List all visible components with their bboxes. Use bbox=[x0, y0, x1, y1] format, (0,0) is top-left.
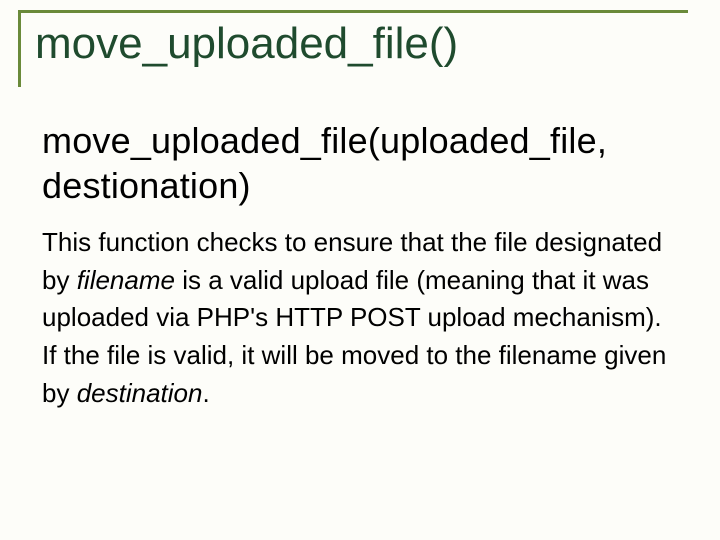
function-signature: move_uploaded_file(uploaded_file, destio… bbox=[42, 118, 682, 208]
slide-title: move_uploaded_file() bbox=[35, 19, 688, 69]
param-destination: destination bbox=[77, 378, 203, 408]
param-filename: filename bbox=[77, 265, 175, 295]
title-container: move_uploaded_file() bbox=[18, 10, 688, 87]
function-description: This function checks to ensure that the … bbox=[42, 224, 682, 412]
slide: move_uploaded_file() move_uploaded_file(… bbox=[0, 0, 720, 540]
slide-body: move_uploaded_file(uploaded_file, destio… bbox=[42, 118, 682, 412]
desc-text: . bbox=[202, 378, 209, 408]
